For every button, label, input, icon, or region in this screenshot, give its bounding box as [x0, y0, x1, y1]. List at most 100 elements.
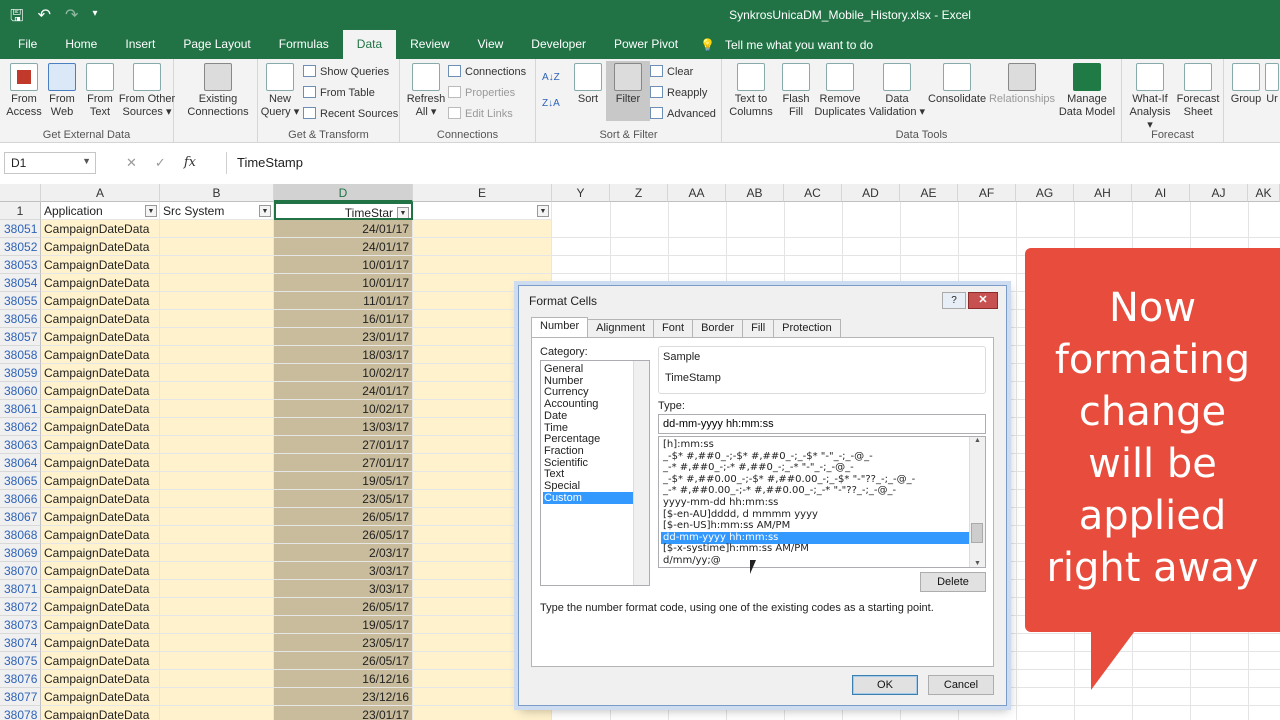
select-all-corner[interactable]: [0, 184, 41, 202]
column-header-ag[interactable]: AG: [1016, 184, 1074, 202]
cell-timestamp[interactable]: 3/03/17: [274, 562, 413, 580]
tab-formulas[interactable]: Formulas: [265, 30, 343, 59]
type-item[interactable]: _-* #,##0.00_-;-* #,##0.00_-;_-* "-"??_-…: [661, 485, 969, 497]
tab-border[interactable]: Border: [692, 319, 744, 337]
header-cell-src-system[interactable]: Src System ▼: [160, 202, 274, 220]
cell-src-system[interactable]: [160, 598, 274, 616]
cell-src-system[interactable]: [160, 580, 274, 598]
type-scrollbar[interactable]: ▲ ▼: [969, 437, 985, 567]
cell-timestamp[interactable]: 10/02/17: [274, 400, 413, 418]
row-header[interactable]: 38077: [0, 688, 41, 706]
cell-src-system[interactable]: [160, 454, 274, 472]
cell-src-system[interactable]: [160, 238, 274, 256]
cell-application[interactable]: CampaignDateData: [41, 562, 160, 580]
row-header[interactable]: 38063: [0, 436, 41, 454]
cell-timestamp[interactable]: 23/05/17: [274, 634, 413, 652]
category-item[interactable]: Currency: [543, 386, 633, 398]
cell-src-system[interactable]: [160, 364, 274, 382]
from-text-button[interactable]: From Text: [78, 63, 122, 119]
cell-timestamp[interactable]: 23/05/17: [274, 490, 413, 508]
category-item[interactable]: General: [543, 363, 633, 375]
row-header[interactable]: 38056: [0, 310, 41, 328]
cell-src-system[interactable]: [160, 472, 274, 490]
cell-src-system[interactable]: [160, 256, 274, 274]
cell-e[interactable]: [413, 238, 552, 256]
insert-function-icon[interactable]: fx: [184, 155, 196, 171]
type-item[interactable]: [h]:mm:ss: [661, 439, 969, 451]
sort-az-button[interactable]: A↓Z: [542, 69, 560, 87]
row-header[interactable]: 38057: [0, 328, 41, 346]
cell-src-system[interactable]: [160, 400, 274, 418]
row-header[interactable]: 38059: [0, 364, 41, 382]
cell-src-system[interactable]: [160, 292, 274, 310]
show-queries-button[interactable]: Show Queries: [303, 63, 389, 81]
cancel-button[interactable]: Cancel: [928, 675, 994, 695]
cell-src-system[interactable]: [160, 418, 274, 436]
row-header[interactable]: 38073: [0, 616, 41, 634]
cell-timestamp[interactable]: 2/03/17: [274, 544, 413, 562]
cancel-entry-icon[interactable]: ✕: [126, 155, 137, 171]
cell-src-system[interactable]: [160, 274, 274, 292]
header-cell-application[interactable]: Application ▼: [41, 202, 160, 220]
cell-timestamp[interactable]: 27/01/17: [274, 436, 413, 454]
cell-src-system[interactable]: [160, 220, 274, 238]
cell-application[interactable]: CampaignDateData: [41, 328, 160, 346]
filter-dropdown-icon[interactable]: ▼: [537, 205, 549, 217]
cell-timestamp[interactable]: 24/01/17: [274, 382, 413, 400]
cell-src-system[interactable]: [160, 706, 274, 720]
row-header[interactable]: 38060: [0, 382, 41, 400]
row-header[interactable]: 38071: [0, 580, 41, 598]
confirm-entry-icon[interactable]: ✓: [155, 155, 166, 171]
column-header-a[interactable]: A: [41, 184, 160, 202]
cell-timestamp[interactable]: 24/01/17: [274, 220, 413, 238]
ungroup-button[interactable]: Ur: [1264, 63, 1280, 106]
cell-src-system[interactable]: [160, 382, 274, 400]
row-header[interactable]: 38078: [0, 706, 41, 720]
filter-dropdown-icon[interactable]: ▼: [259, 205, 271, 217]
refresh-all-button[interactable]: Refresh All ▾: [404, 63, 448, 119]
row-header[interactable]: 38065: [0, 472, 41, 490]
cell-application[interactable]: CampaignDateData: [41, 238, 160, 256]
cell-application[interactable]: CampaignDateData: [41, 706, 160, 720]
reapply-button[interactable]: Reapply: [650, 84, 707, 102]
cell-timestamp[interactable]: 23/01/17: [274, 706, 413, 720]
column-header-e[interactable]: E: [413, 184, 552, 202]
tab-view[interactable]: View: [464, 30, 518, 59]
cell-src-system[interactable]: [160, 310, 274, 328]
category-item[interactable]: Custom: [543, 491, 633, 504]
existing-connections-button[interactable]: Existing Connections: [186, 63, 250, 119]
row-header[interactable]: 38054: [0, 274, 41, 292]
type-item[interactable]: _-$* #,##0.00_-;-$* #,##0.00_-;_-$* "-"?…: [661, 474, 969, 486]
tab-developer[interactable]: Developer: [517, 30, 600, 59]
tab-fill[interactable]: Fill: [742, 319, 775, 337]
category-item[interactable]: Special: [543, 480, 633, 492]
category-item[interactable]: Percentage: [543, 433, 633, 445]
type-input[interactable]: [658, 414, 986, 434]
sort-button[interactable]: Sort: [566, 63, 610, 106]
category-item[interactable]: Fraction: [543, 445, 633, 457]
row-header[interactable]: 38067: [0, 508, 41, 526]
cell-src-system[interactable]: [160, 544, 274, 562]
cell-application[interactable]: CampaignDateData: [41, 364, 160, 382]
type-item[interactable]: dd-mm-yyyy hh:mm:ss: [661, 531, 969, 544]
cell-src-system[interactable]: [160, 526, 274, 544]
cell-e[interactable]: [413, 220, 552, 238]
from-table-button[interactable]: From Table: [303, 84, 375, 102]
text-to-columns-button[interactable]: Text to Columns: [728, 63, 774, 119]
column-header-ae[interactable]: AE: [900, 184, 958, 202]
cell-src-system[interactable]: [160, 688, 274, 706]
cell-timestamp[interactable]: 26/05/17: [274, 508, 413, 526]
scroll-up-icon[interactable]: ▲: [970, 437, 985, 444]
column-header-ah[interactable]: AH: [1074, 184, 1132, 202]
cell-src-system[interactable]: [160, 652, 274, 670]
cell-application[interactable]: CampaignDateData: [41, 598, 160, 616]
type-item[interactable]: _-$* #,##0_-;-$* #,##0_-;_-$* "-"_-;_-@_…: [661, 451, 969, 463]
cell-timestamp[interactable]: 11/01/17: [274, 292, 413, 310]
cell-timestamp[interactable]: 19/05/17: [274, 472, 413, 490]
consolidate-button[interactable]: Consolidate: [928, 63, 986, 106]
type-item[interactable]: d/mm/yy;@: [661, 555, 969, 567]
cell-src-system[interactable]: [160, 562, 274, 580]
row-header[interactable]: 38052: [0, 238, 41, 256]
filter-button[interactable]: Filter: [606, 61, 650, 121]
sort-za-button[interactable]: Z↓A: [542, 95, 560, 113]
